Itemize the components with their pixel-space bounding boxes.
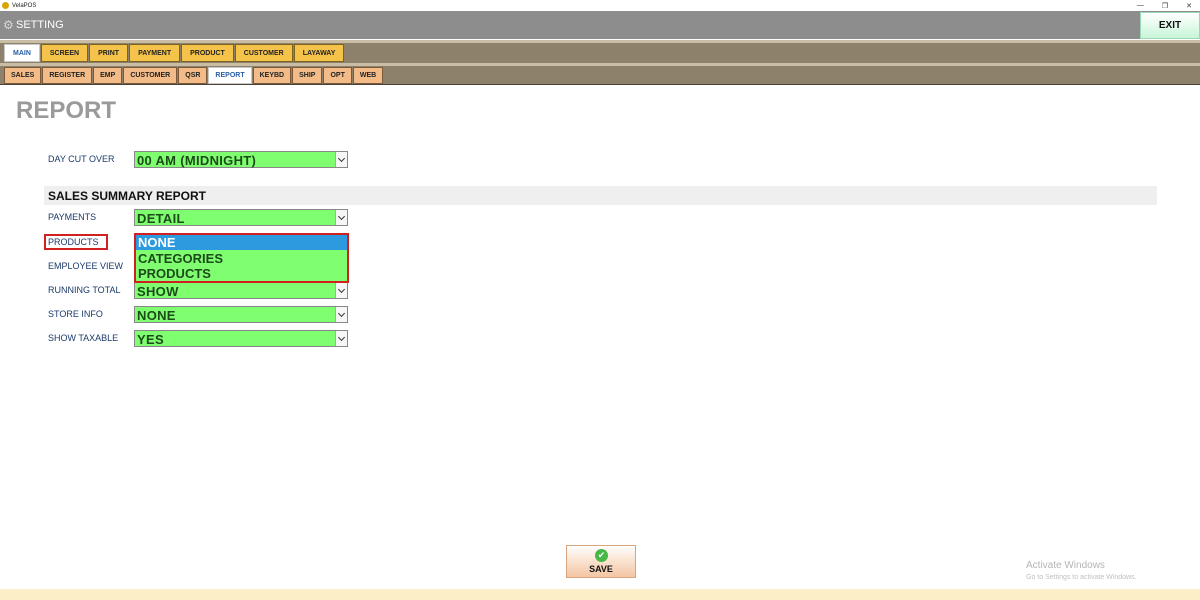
subtab-keybd[interactable]: KEYBD (252, 67, 292, 84)
chevron-down-icon (337, 309, 346, 317)
dropdown-arrow[interactable] (335, 331, 347, 346)
section-title: SALES SUMMARY REPORT (48, 189, 207, 203)
chevron-down-icon (337, 285, 346, 293)
select-value: 00 AM (MIDNIGHT) (137, 153, 257, 168)
header-title: SETTING (16, 19, 64, 31)
minimize-icon[interactable]: — (1137, 2, 1144, 9)
products-dropdown-list[interactable]: NONE CATEGORIES PRODUCTS (134, 233, 349, 283)
subtab-register[interactable]: REGISTER (42, 67, 93, 84)
subtab-opt[interactable]: OPT (323, 67, 352, 84)
tab-main[interactable]: MAIN (4, 44, 40, 62)
window-title-bar: VelaPOS — ❐ ✕ (0, 0, 1200, 11)
store-info-label: STORE INFO (48, 309, 103, 319)
tab-customer[interactable]: CUSTOMER (234, 44, 293, 62)
dropdown-option-none[interactable]: NONE (136, 235, 347, 250)
payments-select[interactable]: DETAIL (134, 209, 348, 226)
dropdown-option-categories[interactable]: CATEGORIES (136, 251, 347, 266)
dropdown-option-products[interactable]: PRODUCTS (136, 266, 347, 281)
select-value: YES (137, 332, 164, 347)
tab-print[interactable]: PRINT (89, 44, 129, 62)
store-info-select[interactable]: NONE (134, 306, 348, 323)
subtab-customer[interactable]: CUSTOMER (123, 67, 178, 84)
subtab-web[interactable]: WEB (352, 67, 384, 84)
window-title: VelaPOS (12, 2, 37, 9)
exit-button[interactable]: EXIT (1140, 12, 1200, 39)
gear-icon: ⚙ (3, 18, 14, 32)
footer-bar (0, 589, 1200, 600)
dropdown-arrow[interactable] (335, 210, 347, 225)
day-cut-over-label: DAY CUT OVER (48, 154, 115, 164)
tab-payment[interactable]: PAYMENT (129, 44, 181, 62)
select-value: SHOW (137, 284, 179, 299)
main-tab-bar: MAIN SCREEN PRINT PAYMENT PRODUCT CUSTOM… (0, 40, 1200, 63)
subtab-sales[interactable]: SALES (4, 67, 42, 84)
select-value: NONE (137, 308, 176, 323)
app-header: ⚙ SETTING EXIT (0, 11, 1200, 39)
tab-screen[interactable]: SCREEN (40, 44, 89, 62)
dropdown-arrow[interactable] (335, 307, 347, 322)
save-label: SAVE (589, 564, 613, 574)
chevron-down-icon (337, 333, 346, 341)
close-icon[interactable]: ✕ (1186, 2, 1192, 10)
subtab-ship[interactable]: SHIP (292, 67, 323, 84)
maximize-icon[interactable]: ❐ (1162, 2, 1168, 10)
save-button[interactable]: ✔ SAVE (566, 545, 636, 578)
tab-product[interactable]: PRODUCT (181, 44, 234, 62)
sub-tab-bar: SALES REGISTER EMP CUSTOMER QSR REPORT K… (0, 63, 1200, 85)
app-logo-icon (2, 2, 9, 9)
chevron-down-icon (337, 154, 346, 162)
subtab-report[interactable]: REPORT (208, 67, 252, 84)
subtab-qsr[interactable]: QSR (178, 67, 208, 84)
show-taxable-label: SHOW TAXABLE (48, 333, 119, 343)
running-total-select[interactable]: SHOW (134, 282, 348, 299)
payments-label: PAYMENTS (48, 212, 97, 222)
day-cut-over-select[interactable]: 00 AM (MIDNIGHT) (134, 151, 348, 168)
dropdown-arrow[interactable] (335, 152, 347, 167)
section-header: SALES SUMMARY REPORT (44, 186, 1157, 205)
page-title: REPORT (16, 97, 117, 124)
running-total-label: RUNNING TOTAL (48, 285, 121, 295)
show-taxable-select[interactable]: YES (134, 330, 348, 347)
activate-windows-subtitle: Go to Settings to activate Windows. (1026, 574, 1137, 581)
check-icon: ✔ (595, 549, 608, 562)
employee-view-label: EMPLOYEE VIEW (48, 261, 124, 271)
tab-layaway[interactable]: LAYAWAY (293, 44, 345, 62)
activate-windows-title: Activate Windows (1026, 560, 1105, 571)
dropdown-arrow[interactable] (335, 283, 347, 298)
subtab-emp[interactable]: EMP (93, 67, 123, 84)
chevron-down-icon (337, 212, 346, 220)
products-label: PRODUCTS (48, 237, 99, 247)
select-value: DETAIL (137, 211, 185, 226)
